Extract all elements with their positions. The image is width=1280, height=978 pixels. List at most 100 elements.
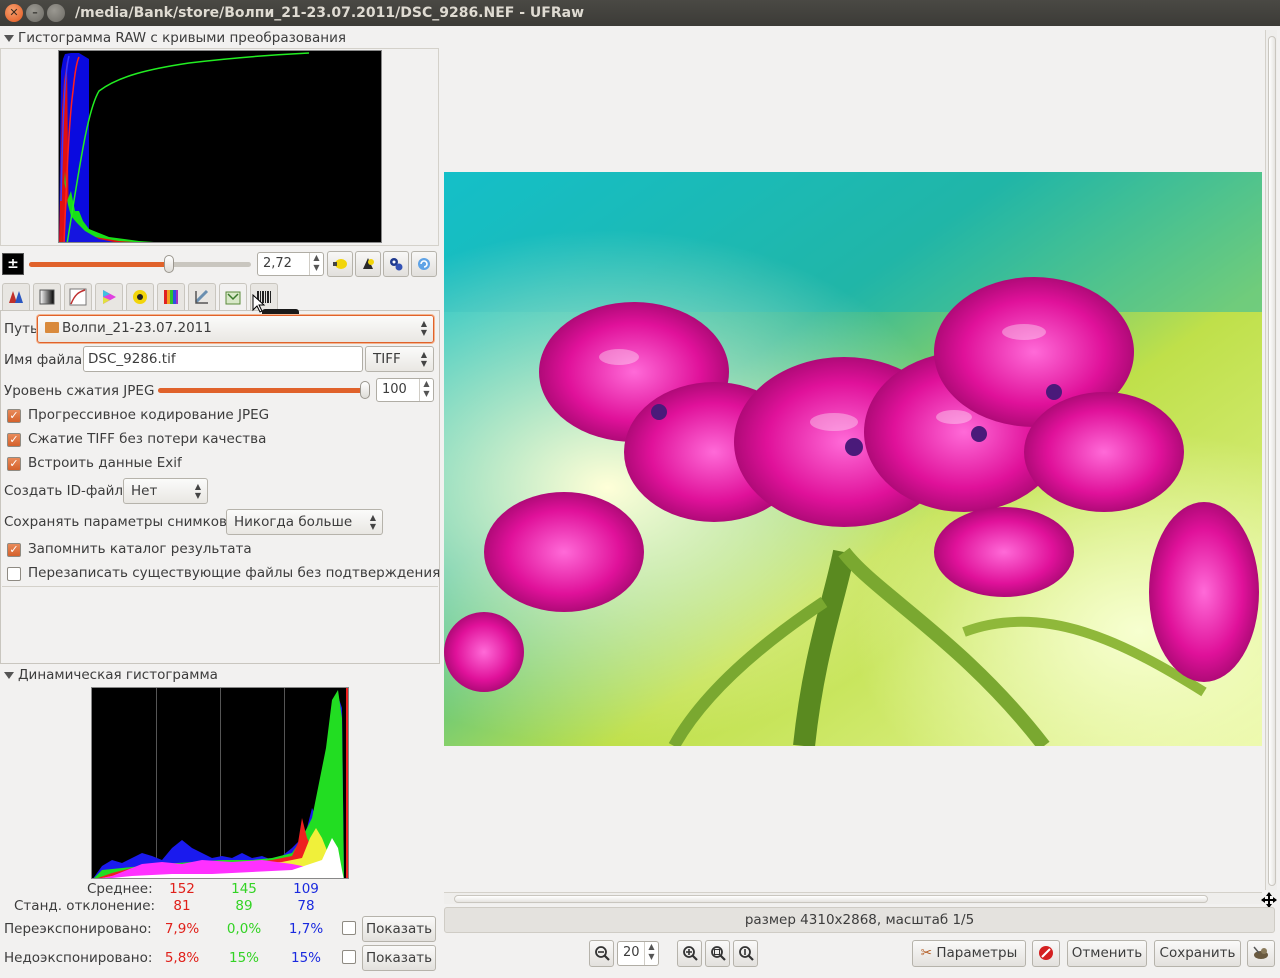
average-blue: 109 [293,881,319,897]
jpeg-quality-spin[interactable]: 100 ▲ ▼ [376,378,434,402]
tab-grayscale[interactable] [33,283,61,311]
path-label: Путь [4,321,38,337]
stop-button[interactable] [1032,940,1060,967]
exposure-slider[interactable] [29,255,251,273]
restore-details-button[interactable] [355,251,381,277]
curve-icon [69,288,87,306]
reset-exposure-button[interactable] [411,251,437,277]
overexposed-blue: 1,7% [288,921,324,937]
highlight-icon [363,258,374,269]
live-histogram-expander[interactable]: Динамическая гистограмма [4,667,218,683]
show-underexposed-button[interactable]: Показать [362,945,436,971]
cancel-button[interactable]: Отменить [1067,940,1147,967]
show-overexposed-button[interactable]: Показать [362,916,436,942]
zoom-in-button[interactable] [677,940,702,967]
clip-highlights-button[interactable] [383,251,409,277]
wb-icon [9,291,23,303]
title-bar: ✕ – /media/Bank/store/Волпи_21-23.07.201… [0,0,1280,26]
zoom-original-icon [738,946,754,961]
format-combo[interactable]: TIFF ▲ ▼ [365,346,434,372]
send-to-gimp-button[interactable] [1247,940,1275,967]
path-value: Волпи_21-23.07.2011 [62,320,212,336]
overwrite-label: Перезаписать существующие файлы без подт… [28,565,441,581]
horizontal-scrollbar-thumb[interactable] [454,895,1208,903]
underexposed-label: Недоэкспонировано: [4,950,153,966]
remember-dir-checkbox[interactable]: ✓ [7,543,21,557]
average-green: 145 [231,881,257,897]
jpeg-quality-handle[interactable] [360,381,370,399]
close-icon[interactable]: ✕ [5,4,23,22]
gears-icon [390,258,403,271]
minimize-icon[interactable]: – [26,4,44,22]
options-button[interactable]: ✂ Параметры [912,940,1026,967]
raw-histogram [58,50,382,243]
zoom-100-button[interactable] [733,940,758,967]
raw-histogram-graph [59,51,381,242]
average-red: 152 [169,881,195,897]
exposure-icon: ± [2,253,24,275]
raw-histogram-label: Гистограмма RAW с кривыми преобразования [18,30,346,46]
tab-white-balance[interactable] [2,283,30,311]
expander-arrow-icon [4,34,14,42]
maximize-icon[interactable] [47,4,65,22]
embed-exif-label: Встроить данные Exif [28,455,182,471]
remember-dir-label: Запомнить каталог результата [28,541,252,557]
tab-corrections[interactable] [126,283,154,311]
tools-icon: ✂ [920,945,933,961]
show-overexposed-checkbox[interactable] [342,921,356,935]
options-label: Параметры [936,945,1018,961]
vertical-scrollbar[interactable] [1265,30,1277,890]
tab-crop-rotate[interactable] [188,283,216,311]
live-histogram-label: Динамическая гистограмма [18,667,218,683]
reset-icon [418,258,430,270]
tab-save[interactable] [219,283,247,311]
auto-exposure-button[interactable] [327,251,353,277]
id-file-combo[interactable]: Нет ▲ ▼ [123,478,208,504]
jpeg-quality-label: Уровень сжатия JPEG [4,383,155,399]
save-button[interactable]: Сохранить [1154,940,1241,967]
zoom-value: 20 [623,945,640,960]
std-red: 81 [173,898,191,914]
underexposed-green: 15% [228,950,259,966]
progressive-checkbox[interactable]: ✓ [7,409,21,423]
move-cursor-icon [1261,892,1277,908]
overexposed-red: 7,9% [164,921,200,937]
expander-arrow-icon [4,671,14,679]
save-params-combo[interactable]: Никогда больше ▲ ▼ [226,509,383,535]
overexposed-green: 0,0% [226,921,262,937]
vertical-scrollbar-thumb[interactable] [1268,36,1276,886]
average-label: Среднее: [87,881,153,897]
tab-color-management[interactable] [95,283,123,311]
filename-input[interactable]: DSC_9286.tif [83,346,363,372]
image-preview[interactable] [444,172,1262,746]
zoom-in-icon [682,946,698,961]
exposure-value: 2,72 [263,256,292,271]
raw-histogram-expander[interactable]: Гистограмма RAW с кривыми преобразования [4,30,346,46]
overwrite-checkbox[interactable] [7,567,21,581]
zoom-fit-icon [710,946,726,961]
exposure-spin[interactable]: 2,72 ▲ ▼ [257,252,324,276]
zoom-out-button[interactable] [589,940,614,967]
separator [2,586,438,587]
zoom-spin[interactable]: 20 ▲ ▼ [617,941,659,966]
color-icon [103,290,116,304]
std-blue: 78 [297,898,315,914]
std-label: Станд. отклонение: [14,898,156,914]
live-histogram [91,687,349,879]
embed-exif-checkbox[interactable]: ✓ [7,457,21,471]
jpeg-quality-value: 100 [382,382,407,397]
window-title: /media/Bank/store/Волпи_21-23.07.2011/DS… [75,5,584,21]
format-value: TIFF [373,351,401,367]
path-combo[interactable]: Волпи_21-23.07.2011 ▲ ▼ [37,315,434,343]
progressive-label: Прогрессивное кодирование JPEG [28,407,270,423]
tab-lightness[interactable] [157,283,185,311]
tiff-lossless-checkbox[interactable]: ✓ [7,433,21,447]
show-underexposed-checkbox[interactable] [342,950,356,964]
exposure-slider-handle[interactable] [164,255,174,273]
tiff-lossless-label: Сжатие TIFF без потери качества [28,431,267,447]
tab-base-curve[interactable] [64,283,92,311]
horizontal-scrollbar[interactable] [444,892,1262,904]
grayscale-icon [39,289,55,305]
zoom-fit-button[interactable] [705,940,730,967]
jpeg-quality-slider[interactable] [158,381,370,399]
